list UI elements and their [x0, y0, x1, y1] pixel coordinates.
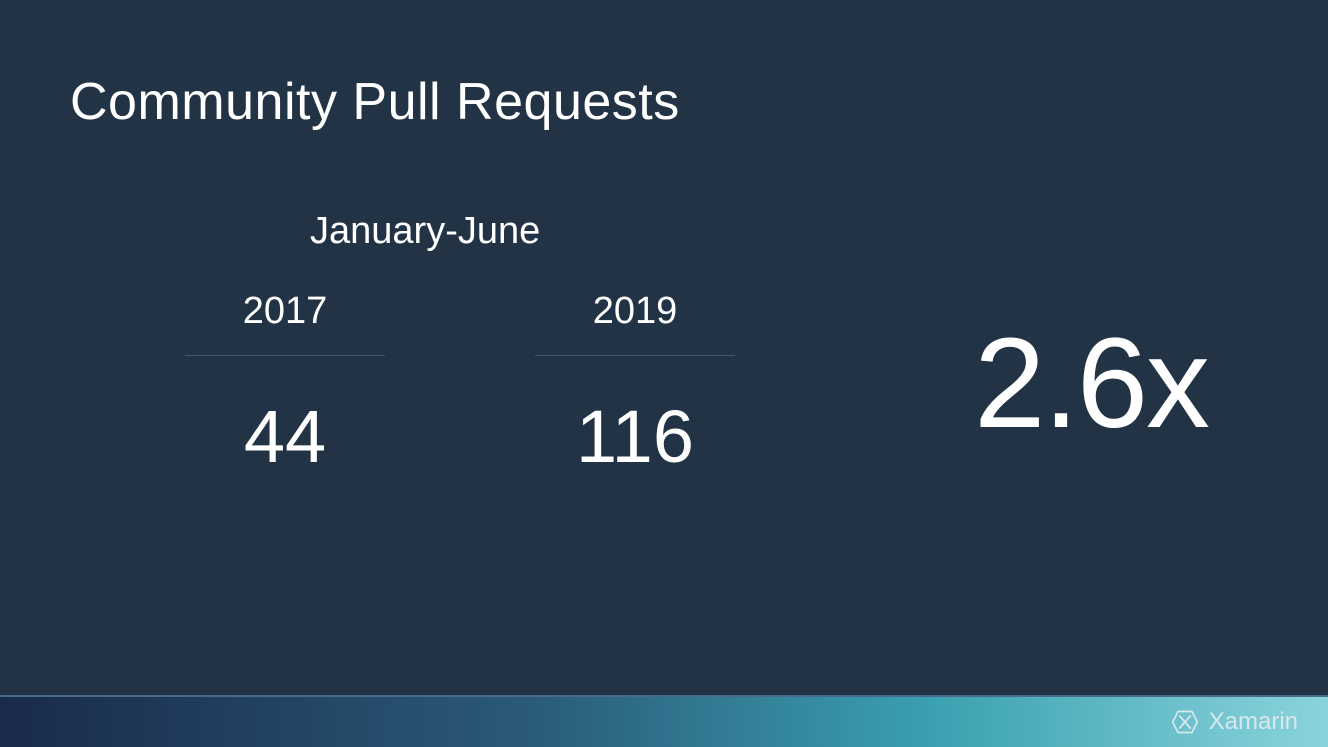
brand-logo: Xamarin	[1171, 708, 1298, 736]
multiplier-text: 2.6x	[974, 310, 1208, 457]
stats-container: 2017 44 2019 116	[175, 290, 745, 479]
stat-column-2019: 2019 116	[525, 290, 745, 479]
footer-bar: Xamarin	[0, 695, 1328, 747]
slide-subtitle: January-June	[310, 210, 540, 253]
stat-year-label: 2017	[243, 290, 328, 333]
divider	[185, 355, 385, 356]
stat-value: 116	[576, 394, 694, 479]
stat-column-2017: 2017 44	[175, 290, 395, 479]
stat-value: 44	[244, 394, 326, 479]
stat-year-label: 2019	[593, 290, 678, 333]
brand-name: Xamarin	[1209, 708, 1298, 736]
divider	[535, 355, 735, 356]
xamarin-icon	[1171, 708, 1199, 736]
slide-title: Community Pull Requests	[70, 72, 680, 132]
